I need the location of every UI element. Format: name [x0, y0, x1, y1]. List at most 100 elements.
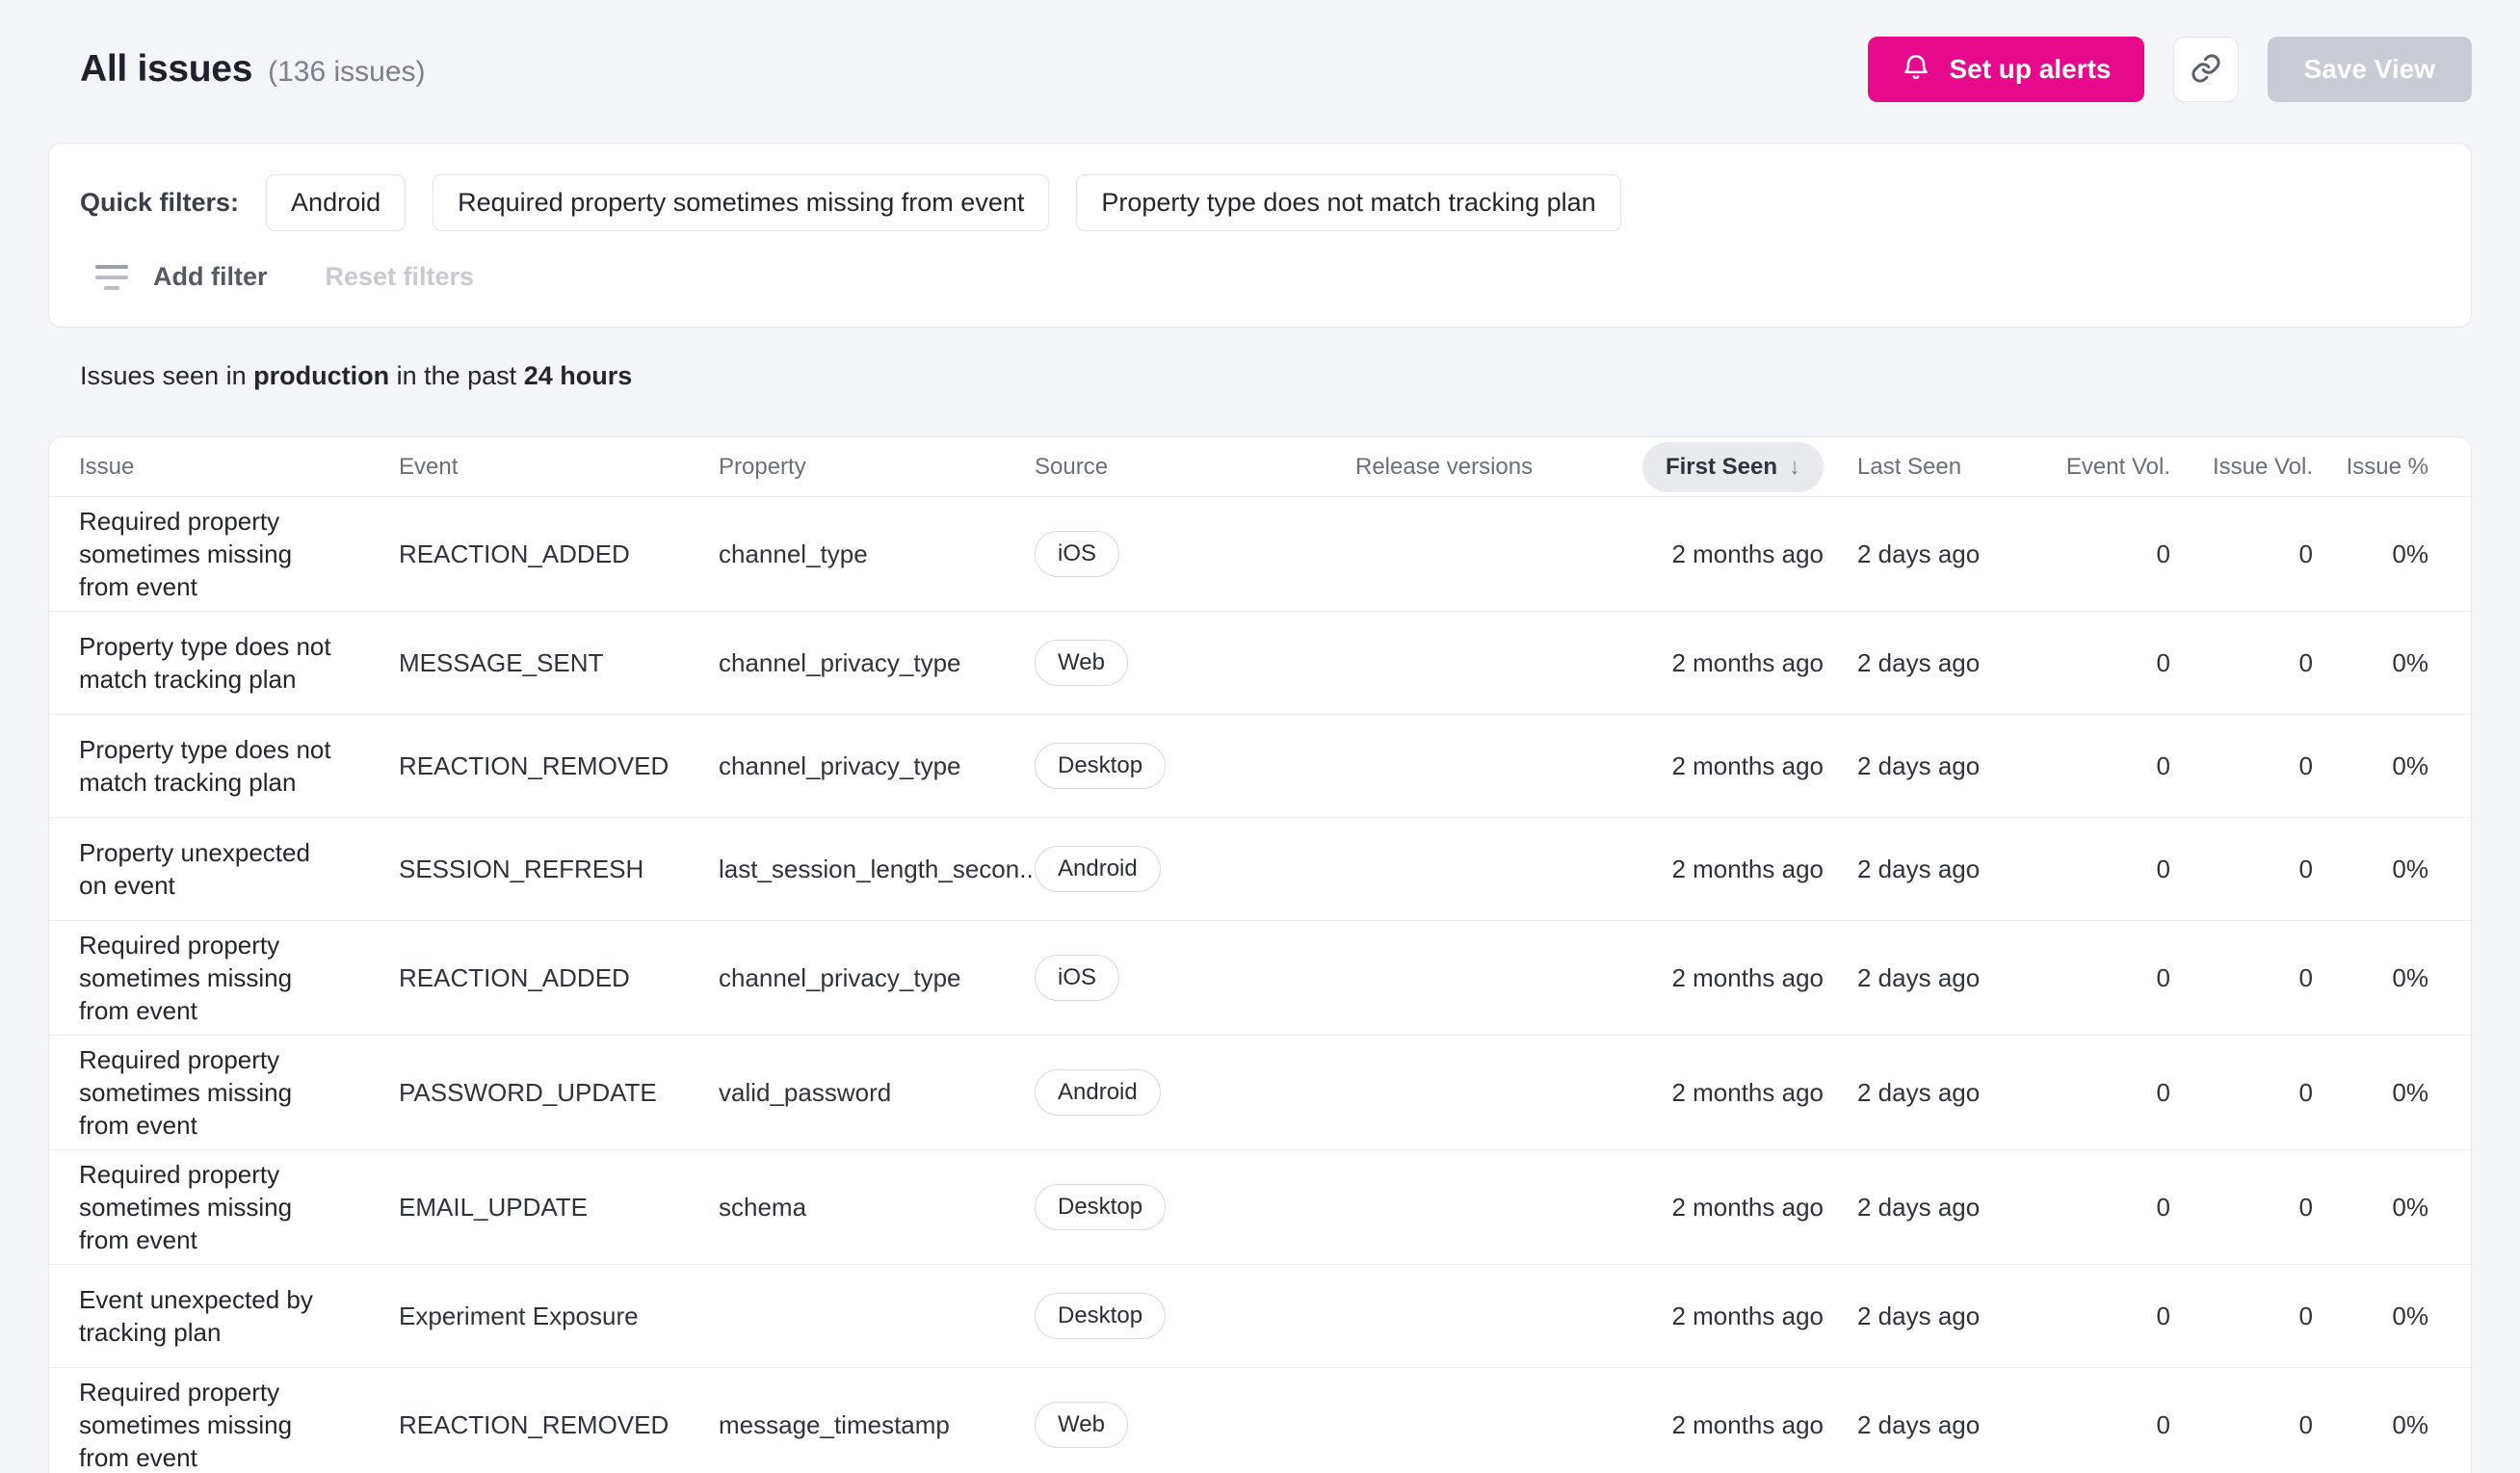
column-header-event[interactable]: Event [399, 454, 719, 481]
scope-middle: in the past [389, 361, 524, 390]
table-row[interactable]: Event unexpected by tracking plan Experi… [49, 1264, 2471, 1367]
column-header-event-vol[interactable]: Event Vol. [2066, 454, 2170, 481]
page-title-wrap: All issues (136 issues) [80, 48, 426, 91]
release-versions-cell [1355, 1368, 1567, 1473]
source-cell: Android [1035, 1036, 1355, 1149]
quick-filter-chips: Android Required property sometimes missi… [266, 174, 1621, 231]
property-cell: channel_type [719, 539, 868, 568]
release-versions-cell [1355, 612, 1567, 714]
source-cell: iOS [1035, 921, 1355, 1035]
save-view-button[interactable]: Save View [2267, 37, 2472, 102]
source-chip: Desktop [1035, 1293, 1167, 1339]
issue-cell: Required property sometimes missing from… [79, 507, 293, 601]
issue-pct-cell: 0% [2392, 1409, 2428, 1439]
issue-count: (136 issues) [268, 56, 426, 88]
column-header-first-seen[interactable]: First Seen ↓ [1641, 441, 1824, 492]
issue-pct-cell: 0% [2392, 854, 2428, 883]
table-row[interactable]: Required property sometimes missing from… [49, 1367, 2471, 1473]
event-cell: EMAIL_UPDATE [399, 1192, 589, 1222]
table-row[interactable]: Property unexpected on event SESSION_REF… [49, 817, 2471, 920]
property-cell: last_session_length_secon... [719, 854, 1035, 883]
event-cell: REACTION_ADDED [399, 962, 630, 992]
quick-filter-chip[interactable]: Android [266, 174, 407, 231]
table-header-row: Issue Event Property Source Release vers… [49, 437, 2471, 497]
source-cell: iOS [1035, 497, 1355, 611]
issue-vol-cell: 0 [2298, 1301, 2313, 1330]
event-vol-cell: 0 [2156, 1409, 2170, 1439]
table-row[interactable]: Required property sometimes missing from… [49, 1149, 2471, 1264]
first-seen-cell: 2 months ago [1671, 962, 1824, 992]
issue-cell: Property type does not match tracking pl… [79, 632, 331, 694]
table-row[interactable]: Property type does not match tracking pl… [49, 714, 2471, 817]
quick-filter-chip[interactable]: Property type does not match tracking pl… [1076, 174, 1621, 231]
issue-vol-cell: 0 [2298, 647, 2313, 677]
source-cell: Android [1035, 818, 1355, 920]
issue-pct-cell: 0% [2392, 1192, 2428, 1222]
set-up-alerts-label: Set up alerts [1949, 54, 2112, 84]
last-seen-cell: 2 days ago [1857, 854, 1981, 883]
table-body: Required property sometimes missing from… [49, 497, 2471, 1473]
reset-filters-button[interactable]: Reset filters [326, 262, 475, 292]
last-seen-cell: 2 days ago [1857, 1077, 1981, 1107]
issue-pct-cell: 0% [2392, 750, 2428, 780]
event-vol-cell: 0 [2156, 962, 2170, 992]
first-seen-cell: 2 months ago [1671, 647, 1824, 677]
copy-link-button[interactable] [2172, 37, 2239, 102]
column-header-issue-vol[interactable]: Issue Vol. [2213, 454, 2313, 481]
issues-scope-text: Issues seen in production in the past 24… [80, 360, 2472, 391]
issues-page: All issues (136 issues) Set up alerts Sa… [0, 0, 2520, 1473]
last-seen-cell: 2 days ago [1857, 1192, 1981, 1222]
event-vol-cell: 0 [2156, 647, 2170, 677]
event-vol-cell: 0 [2156, 1301, 2170, 1330]
table-row[interactable]: Required property sometimes missing from… [49, 1035, 2471, 1149]
property-cell [719, 1265, 1035, 1367]
issue-cell: Event unexpected by tracking plan [79, 1285, 313, 1347]
column-header-release-versions[interactable]: Release versions [1355, 454, 1567, 481]
issue-cell: Required property sometimes missing from… [79, 931, 293, 1025]
issue-pct-cell: 0% [2392, 1301, 2428, 1330]
issue-pct-cell: 0% [2392, 962, 2428, 992]
release-versions-cell [1355, 497, 1567, 611]
add-filter-button[interactable]: Add filter [153, 262, 268, 292]
release-versions-cell [1355, 921, 1567, 1035]
scope-prefix: Issues seen in [80, 361, 254, 390]
issues-table: Issue Event Property Source Release vers… [48, 436, 2472, 1473]
property-cell: message_timestamp [719, 1409, 950, 1439]
release-versions-cell [1355, 1265, 1567, 1367]
scope-time-range: 24 hours [523, 361, 633, 390]
source-cell: Web [1035, 1368, 1355, 1473]
table-row[interactable]: Property type does not match tracking pl… [49, 611, 2471, 714]
link-icon [2190, 52, 2222, 88]
set-up-alerts-button[interactable]: Set up alerts [1868, 37, 2144, 102]
column-header-issue-pct[interactable]: Issue % [2347, 454, 2471, 481]
event-vol-cell: 0 [2156, 1077, 2170, 1107]
first-seen-cell: 2 months ago [1671, 854, 1824, 883]
column-header-last-seen[interactable]: Last Seen [1824, 454, 2050, 481]
property-cell: channel_privacy_type [719, 750, 961, 780]
quick-filter-chip[interactable]: Required property sometimes missing from… [433, 174, 1050, 231]
header-actions: Set up alerts Save View [1868, 37, 2472, 102]
event-vol-cell: 0 [2156, 854, 2170, 883]
last-seen-cell: 2 days ago [1857, 647, 1981, 677]
column-header-property[interactable]: Property [719, 454, 1035, 481]
first-seen-cell: 2 months ago [1671, 1077, 1824, 1107]
last-seen-cell: 2 days ago [1857, 1409, 1981, 1439]
property-cell: schema [719, 1192, 807, 1222]
source-cell: Web [1035, 612, 1355, 714]
event-cell: REACTION_REMOVED [399, 750, 669, 780]
event-cell: PASSWORD_UPDATE [399, 1077, 657, 1107]
source-chip: Desktop [1035, 1184, 1167, 1230]
source-chip: Web [1035, 640, 1128, 686]
last-seen-cell: 2 days ago [1857, 962, 1981, 992]
property-cell: channel_privacy_type [719, 647, 961, 677]
table-row[interactable]: Required property sometimes missing from… [49, 497, 2471, 611]
quick-filters-label: Quick filters: [80, 188, 240, 217]
quick-filters-row: Quick filters: Android Required property … [80, 174, 2440, 231]
source-chip: iOS [1035, 531, 1120, 577]
issue-vol-cell: 0 [2298, 750, 2313, 780]
source-cell: Desktop [1035, 715, 1355, 817]
column-header-source[interactable]: Source [1035, 454, 1355, 481]
table-row[interactable]: Required property sometimes missing from… [49, 920, 2471, 1035]
column-header-issue[interactable]: Issue [49, 454, 399, 481]
issue-cell: Property type does not match tracking pl… [79, 735, 331, 797]
